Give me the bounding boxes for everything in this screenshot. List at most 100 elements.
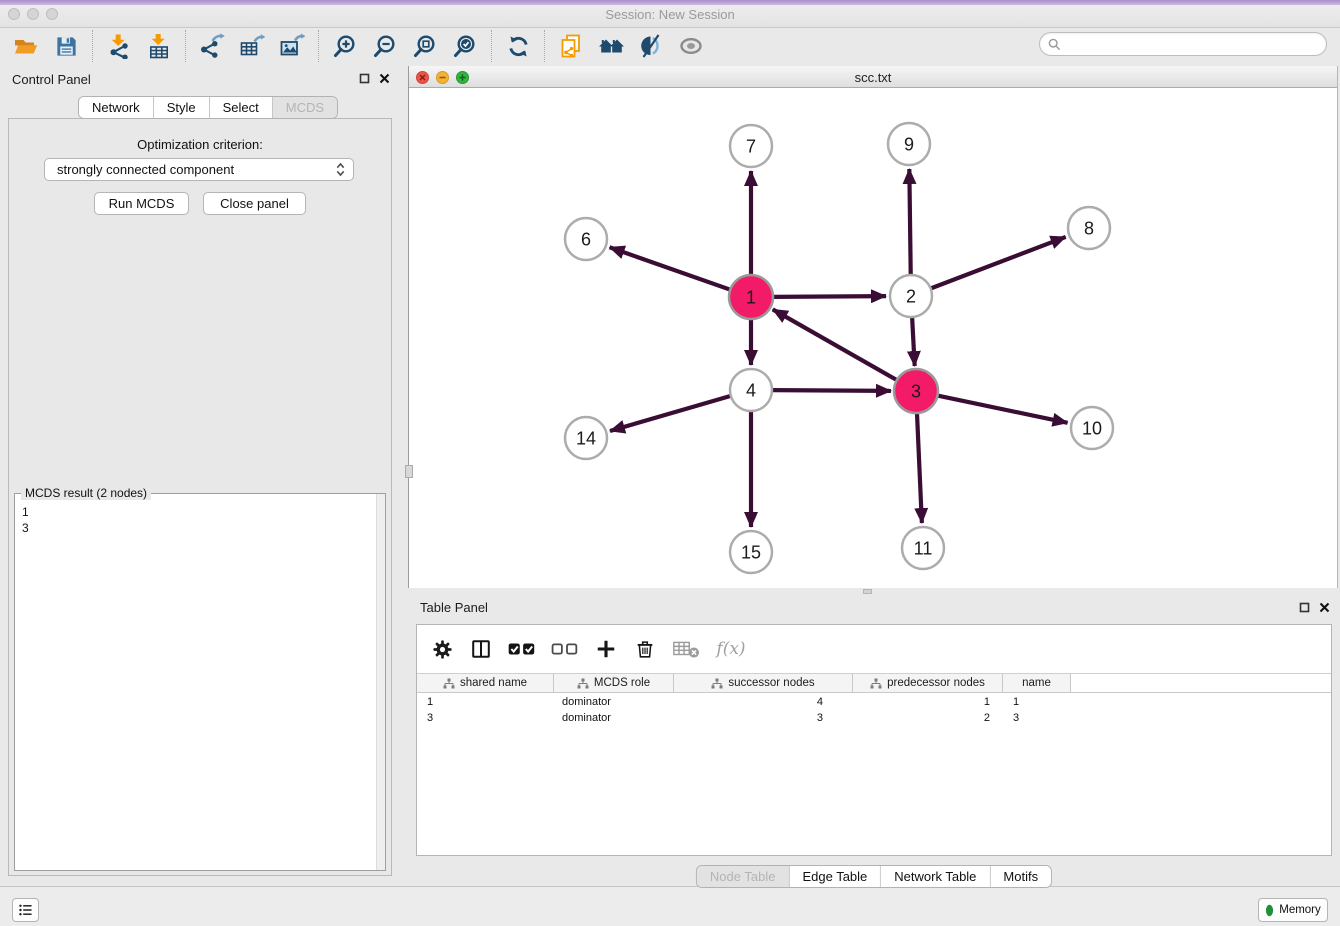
graph-node-8[interactable]: 8 <box>1068 207 1110 249</box>
deselect-all-rows-button[interactable] <box>548 634 582 664</box>
mcds-result-scrollbar[interactable] <box>376 494 385 870</box>
delete-table-button[interactable] <box>669 634 703 664</box>
mcds-result-list[interactable]: 13 <box>15 498 375 870</box>
graph-node-6[interactable]: 6 <box>565 218 607 260</box>
table-cell-filler <box>1071 694 1331 710</box>
home-button[interactable] <box>591 30 631 62</box>
table-cell[interactable]: 1 <box>1003 694 1071 710</box>
graph-edge-2-9[interactable] <box>909 169 910 274</box>
graph-edge-2-8[interactable] <box>932 237 1066 288</box>
task-history-button[interactable] <box>12 898 39 922</box>
tab-select[interactable]: Select <box>210 97 273 118</box>
table-row[interactable]: 3dominator323 <box>417 710 1331 726</box>
show-columns-button[interactable] <box>466 634 496 664</box>
import-network-button[interactable] <box>99 30 139 62</box>
function-builder-button[interactable]: f(x) <box>712 634 750 664</box>
graph-node-4[interactable]: 4 <box>730 369 772 411</box>
column-header-predecessor-nodes[interactable]: predecessor nodes <box>853 673 1003 693</box>
tab-mcds[interactable]: MCDS <box>273 97 337 118</box>
horizontal-splitter-grip[interactable] <box>863 589 872 594</box>
column-header-name[interactable]: name <box>1003 673 1071 693</box>
search-field[interactable] <box>1039 32 1327 56</box>
memory-button[interactable]: Memory <box>1258 898 1328 922</box>
network-window-titlebar[interactable]: scc.txt <box>409 66 1337 88</box>
graph-node-14[interactable]: 14 <box>565 417 607 459</box>
table-settings-button[interactable] <box>427 634 457 664</box>
column-header-MCDS-role[interactable]: MCDS role <box>554 673 674 693</box>
table-cell[interactable]: 3 <box>417 710 554 726</box>
column-type-icon <box>443 678 455 689</box>
export-table-button[interactable] <box>232 30 272 62</box>
graph-edge-4-14[interactable] <box>610 396 730 431</box>
graph-node-10[interactable]: 10 <box>1071 407 1113 449</box>
tab-network[interactable]: Network <box>79 97 154 118</box>
graph-node-7[interactable]: 7 <box>730 125 772 167</box>
graph-node-3[interactable]: 3 <box>894 369 938 413</box>
table-cell[interactable]: 1 <box>853 694 1003 710</box>
graph-node-1[interactable]: 1 <box>729 275 773 319</box>
table-cell[interactable]: dominator <box>554 710 674 726</box>
run-mcds-button[interactable]: Run MCDS <box>94 192 189 215</box>
export-network-button[interactable] <box>192 30 232 62</box>
export-image-button[interactable] <box>272 30 312 62</box>
add-row-button[interactable] <box>591 634 621 664</box>
network-graph[interactable]: 1 2 3 4 6 7 8 9 10 11 14 15 <box>409 88 1337 586</box>
import-table-button[interactable] <box>139 30 179 62</box>
graph-edge-3-10[interactable] <box>938 396 1068 423</box>
graph-edge-3-11[interactable] <box>917 413 922 523</box>
select-all-rows-button[interactable] <box>505 634 539 664</box>
zoom-fit-button[interactable] <box>405 30 445 62</box>
graph-node-label: 8 <box>1084 218 1094 238</box>
float-panel-icon[interactable] <box>359 73 370 84</box>
tab-network-table[interactable]: Network Table <box>881 866 990 887</box>
import-table-icon <box>146 33 172 59</box>
clone-network-button[interactable] <box>551 30 591 62</box>
table-cell[interactable]: dominator <box>554 694 674 710</box>
table-cell[interactable]: 1 <box>417 694 554 710</box>
search-input[interactable] <box>1066 37 1318 51</box>
tab-style[interactable]: Style <box>154 97 210 118</box>
show-graphics-details-icon <box>638 33 664 59</box>
graph-edge-1-6[interactable] <box>610 247 731 289</box>
close-table-panel-icon[interactable] <box>1319 602 1330 613</box>
graph-node-9[interactable]: 9 <box>888 123 930 165</box>
float-table-panel-icon[interactable] <box>1299 602 1310 613</box>
refresh-button[interactable] <box>498 30 538 62</box>
mcds-result-item: 1 <box>22 504 375 520</box>
graph-node-2[interactable]: 2 <box>890 275 932 317</box>
table-cell[interactable]: 3 <box>1003 710 1071 726</box>
birdseye-view-button[interactable] <box>671 30 711 62</box>
column-header-successor-nodes[interactable]: successor nodes <box>674 673 853 693</box>
tab-edge-table[interactable]: Edge Table <box>789 866 881 887</box>
graph-edge-1-2[interactable] <box>773 296 886 297</box>
zoom-selected-button[interactable] <box>445 30 485 62</box>
table-cell[interactable]: 3 <box>674 710 853 726</box>
close-panel-button[interactable]: Close panel <box>203 192 306 215</box>
table-row[interactable]: 1dominator411 <box>417 694 1331 710</box>
zoom-in-button[interactable] <box>325 30 365 62</box>
graph-edge-2-3[interactable] <box>912 318 915 366</box>
table-cell[interactable]: 4 <box>674 694 853 710</box>
search-icon <box>1048 38 1061 51</box>
graph-edge-3-1[interactable] <box>773 309 897 380</box>
column-type-icon <box>577 678 589 689</box>
zoom-out-button[interactable] <box>365 30 405 62</box>
graph-node-15[interactable]: 15 <box>730 531 772 573</box>
main-toolbar <box>0 28 1340 64</box>
tab-node-table[interactable]: Node Table <box>697 866 790 887</box>
column-header-shared-name[interactable]: shared name <box>417 673 554 693</box>
network-canvas[interactable]: 1 2 3 4 6 7 8 9 10 11 14 15 <box>409 88 1337 588</box>
optimization-criterion-select[interactable]: strongly connected component <box>44 158 354 181</box>
graph-node-11[interactable]: 11 <box>902 527 944 569</box>
graph-edge-4-3[interactable] <box>773 390 891 391</box>
save-session-button[interactable] <box>46 30 86 62</box>
stepper-arrows-icon <box>336 162 345 177</box>
import-network-icon <box>106 33 132 59</box>
open-session-button[interactable] <box>6 30 46 62</box>
vertical-splitter-grip[interactable] <box>405 465 413 478</box>
tab-motifs[interactable]: Motifs <box>990 866 1051 887</box>
delete-row-button[interactable] <box>630 634 660 664</box>
table-cell[interactable]: 2 <box>853 710 1003 726</box>
show-graphics-details-button[interactable] <box>631 30 671 62</box>
close-panel-icon[interactable] <box>379 73 390 84</box>
